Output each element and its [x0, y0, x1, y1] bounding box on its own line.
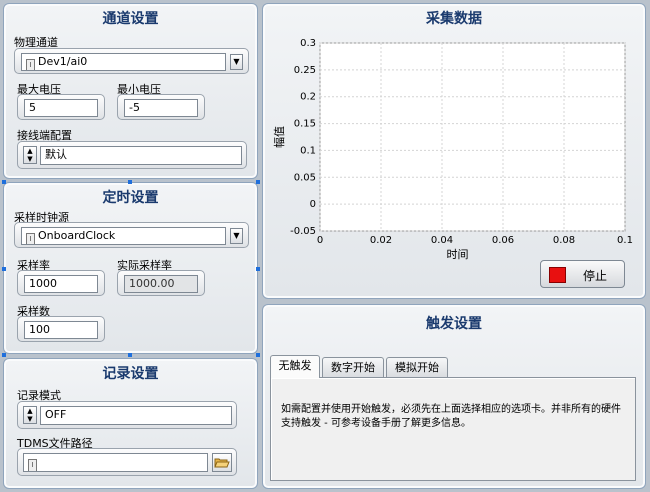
selection-handle[interactable] — [128, 353, 132, 357]
io-clock-icon: I — [26, 233, 35, 244]
plot-area — [319, 42, 626, 232]
y-tick-label: 0.2 — [300, 92, 316, 103]
folder-open-icon[interactable] — [212, 453, 232, 472]
channel-settings-panel: 通道设置 物理通道 I Dev1/ai0 ▼ 最大电压 5 最小电压 -5 接线端… — [3, 3, 258, 179]
x-axis-label: 时间 — [447, 248, 469, 261]
acquire-title: 采集数据 — [426, 11, 482, 27]
tdms-path-field[interactable]: I — [23, 453, 208, 472]
x-tick-label: 0.02 — [370, 235, 392, 246]
selection-handle[interactable] — [2, 267, 6, 271]
y-tick-label: 0.05 — [294, 172, 316, 183]
max-voltage-field[interactable]: 5 — [24, 99, 98, 117]
tab-no-trigger[interactable]: 无触发 — [270, 355, 320, 378]
tab-analog-start[interactable]: 模拟开始 — [386, 357, 448, 378]
clock-source-value: OnboardClock — [38, 229, 116, 242]
logging-settings-panel: 记录设置 记录模式 ▲ ▼ OFF TDMS文件路径 I — [3, 358, 258, 489]
clock-source-field[interactable]: I OnboardClock — [21, 227, 226, 245]
trigger-description: 如需配置并使用开始触发，必须先在上面选择相应的选项卡。并非所有的硬件支持触发 -… — [281, 404, 621, 429]
terminal-config-frame: ▲ ▼ 默认 — [17, 141, 247, 169]
tab-digital-start[interactable]: 数字开始 — [322, 357, 384, 378]
x-tick-label: 0.1 — [617, 235, 633, 246]
selection-handle[interactable] — [128, 180, 132, 184]
selection-handle[interactable] — [256, 267, 260, 271]
chevron-down-icon[interactable]: ▼ — [230, 54, 243, 70]
x-tick-label: 0.08 — [553, 235, 575, 246]
physical-channel-field[interactable]: I Dev1/ai0 — [21, 53, 226, 71]
y-axis-label: 幅值 — [273, 126, 286, 148]
y-tick-label: 0.1 — [300, 145, 316, 156]
timing-settings-panel: 定时设置 采样时钟源 I OnboardClock ▼ 采样率 1000 实际采样… — [3, 182, 258, 354]
selection-handle[interactable] — [256, 180, 260, 184]
y-tick-label: 0.15 — [294, 119, 316, 130]
physical-channel-value: Dev1/ai0 — [38, 55, 88, 68]
x-tick-label: 0.06 — [492, 235, 514, 246]
channel-settings-title: 通道设置 — [102, 11, 159, 27]
trigger-settings-title: 触发设置 — [426, 316, 482, 332]
y-tick-label: 0 — [310, 199, 316, 210]
min-voltage-frame: -5 — [117, 94, 205, 120]
tdms-path-frame: I — [17, 448, 237, 476]
path-icon: I — [28, 459, 37, 471]
timing-settings-title: 定时设置 — [102, 190, 159, 206]
waveform-chart: 0 0.02 0.04 0.06 0.08 0.1 0.3 0.25 0.2 0.15 0.1 0.0… — [273, 38, 633, 261]
logging-mode-field[interactable]: OFF — [40, 406, 232, 425]
x-tick-label: 0.04 — [431, 235, 453, 246]
x-tick-label: 0 — [317, 235, 323, 246]
y-tick-label: -0.05 — [290, 226, 316, 237]
acquire-panel: 采集数据 0 0.02 0.04 0.06 0.08 0.1 0.3 0.25 0.2 0.15 0… — [262, 3, 646, 299]
selection-handle[interactable] — [256, 353, 260, 357]
trigger-tab-content: 如需配置并使用开始触发，必须先在上面选择相应的选项卡。并非所有的硬件支持触发 -… — [270, 377, 636, 481]
y-tick-label: 0.25 — [294, 65, 316, 76]
stop-button-label: 停止 — [583, 269, 608, 283]
stop-indicator-icon — [549, 267, 566, 283]
chevron-down-icon[interactable]: ▼ — [230, 228, 243, 244]
terminal-config-stepper[interactable]: ▲ ▼ — [23, 146, 37, 164]
sample-rate-field[interactable]: 1000 — [24, 275, 98, 293]
actual-rate-field: 1000.00 — [124, 275, 198, 293]
selection-handle[interactable] — [2, 353, 6, 357]
io-channel-icon: I — [26, 59, 35, 70]
stop-button[interactable]: 停止 — [540, 260, 625, 288]
sample-rate-frame: 1000 — [17, 270, 105, 296]
min-voltage-field[interactable]: -5 — [124, 99, 198, 117]
y-tick-label: 0.3 — [300, 38, 316, 49]
logging-mode-frame: ▲ ▼ OFF — [17, 401, 237, 429]
samples-field[interactable]: 100 — [24, 321, 98, 339]
terminal-config-field[interactable]: 默认 — [40, 146, 242, 165]
logging-settings-title: 记录设置 — [102, 366, 159, 382]
max-voltage-frame: 5 — [17, 94, 105, 120]
logging-mode-stepper[interactable]: ▲ ▼ — [23, 406, 37, 424]
clock-source-frame: I OnboardClock ▼ — [14, 222, 249, 248]
physical-channel-frame: I Dev1/ai0 ▼ — [14, 48, 249, 74]
samples-frame: 100 — [17, 316, 105, 342]
selection-handle[interactable] — [2, 180, 6, 184]
actual-rate-frame: 1000.00 — [117, 270, 205, 296]
